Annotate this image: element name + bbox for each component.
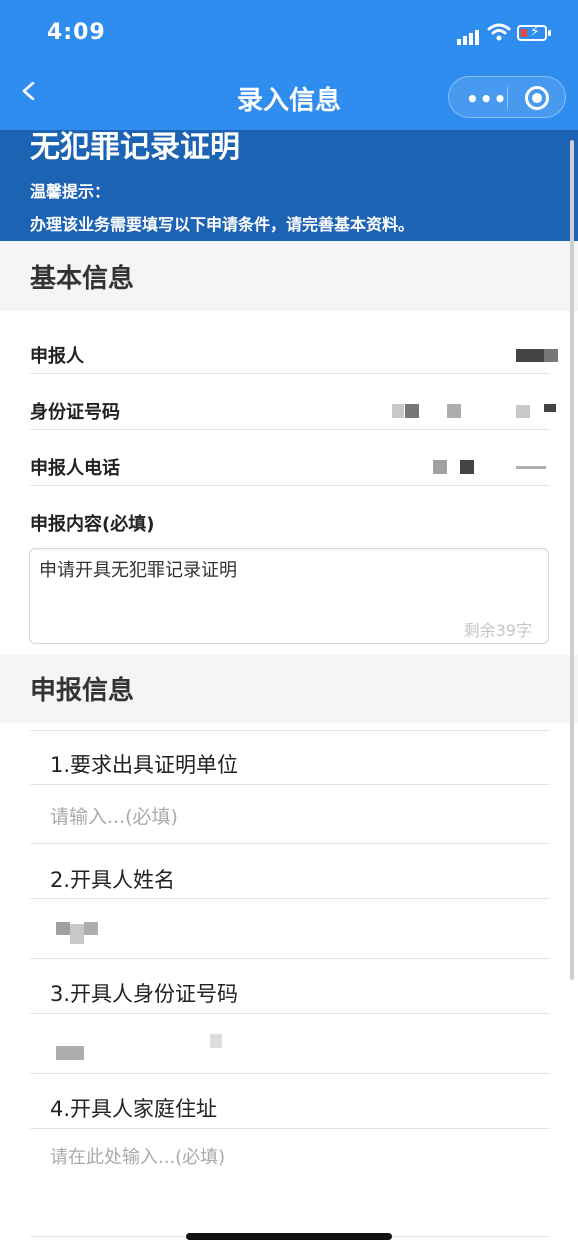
divider [30, 485, 550, 486]
applicant-value-redacted [516, 349, 544, 362]
divider [30, 429, 550, 430]
capsule-divider [507, 87, 508, 109]
phone-value-redacted-2 [460, 460, 474, 474]
signal-icon [457, 26, 481, 45]
content-label: 申报内容(必填) [30, 514, 155, 535]
divider [30, 373, 550, 374]
close-target-icon[interactable] [525, 86, 549, 110]
phone-value-redacted [433, 460, 447, 474]
issuer-name-redacted-3 [84, 922, 98, 935]
divider [30, 1013, 550, 1014]
issuing-unit-input[interactable]: 请输入...(必填) [50, 802, 178, 829]
status-time: 4:09 [47, 20, 106, 45]
id-value-redacted-3 [447, 404, 461, 418]
char-counter: 剩余39字 [463, 621, 532, 640]
content-textarea[interactable]: 申请开具无犯罪记录证明 剩余39字 [29, 548, 549, 644]
divider [30, 1128, 550, 1129]
phone-label: 申报人电话 [30, 458, 120, 479]
divider [30, 898, 550, 899]
applicant-label: 申报人 [30, 346, 84, 367]
applicant-value-redacted-2 [544, 349, 558, 362]
id-number-label: 身份证号码 [30, 402, 120, 423]
issuing-unit-label: 1.要求出具证明单位 [50, 753, 239, 777]
issuer-name-redacted-2 [70, 924, 84, 944]
id-value-redacted-2 [405, 404, 419, 418]
battery-tip [548, 30, 551, 36]
divider [30, 958, 550, 959]
wifi-icon [487, 23, 511, 41]
basic-info-title: 基本信息 [30, 264, 135, 294]
mini-program-capsule: ••• [448, 76, 566, 118]
tip-text: 办理该业务需要填写以下申请条件，请完善基本资料。 [30, 215, 415, 234]
issuer-id-redacted-2 [210, 1034, 222, 1048]
divider [30, 730, 550, 731]
divider [30, 784, 550, 785]
id-value-redacted [392, 404, 404, 418]
id-value-redacted-4 [516, 405, 530, 418]
header-banner: 无犯罪记录证明 温馨提示： 办理该业务需要填写以下申请条件，请完善基本资料。 [0, 130, 578, 241]
issuer-name-label: 2.开具人姓名 [50, 868, 176, 892]
phone-value-redacted-3 [516, 466, 546, 469]
battery-icon: ⚡ [517, 24, 547, 41]
issuer-name-redacted[interactable] [56, 922, 70, 935]
issuer-address-label: 4.开具人家庭住址 [50, 1097, 218, 1121]
home-indicator [186, 1233, 392, 1240]
more-icon[interactable]: ••• [466, 87, 507, 111]
tip-label: 温馨提示： [30, 182, 111, 201]
divider [30, 843, 550, 844]
issuer-id-redacted[interactable] [56, 1046, 84, 1060]
id-value-redacted-5 [544, 404, 556, 412]
scrollbar[interactable] [570, 140, 574, 980]
issuer-address-input[interactable]: 请在此处输入...(必填) [50, 1143, 225, 1169]
banner-title: 无犯罪记录证明 [30, 130, 240, 165]
issuer-id-label: 3.开具人身份证号码 [50, 982, 239, 1006]
divider [30, 1073, 550, 1074]
content-value: 申请开具无犯罪记录证明 [39, 560, 237, 581]
report-info-title: 申报信息 [30, 676, 135, 706]
